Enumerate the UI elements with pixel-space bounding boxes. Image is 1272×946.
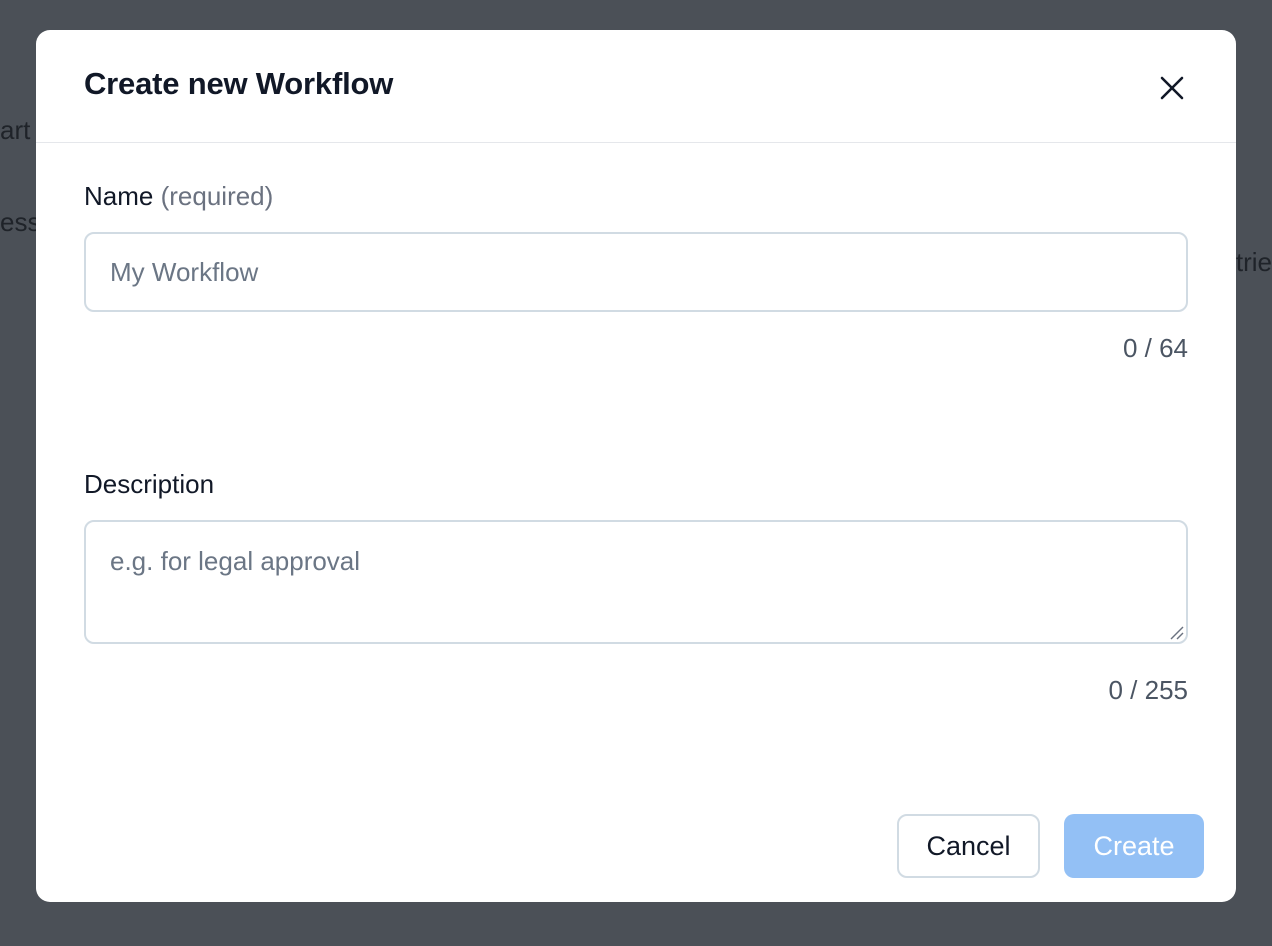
close-button[interactable] bbox=[1150, 66, 1194, 110]
description-field-label: Description bbox=[84, 469, 215, 499]
dialog-title: Create new Workflow bbox=[84, 66, 394, 101]
create-workflow-dialog: Create new Workflow Name (required) 0 / … bbox=[36, 30, 1236, 902]
name-char-counter: 0 / 64 bbox=[1122, 333, 1188, 363]
description-textarea[interactable] bbox=[84, 520, 1188, 644]
name-label-text: Name bbox=[84, 181, 154, 211]
background-text-fragment: trie bbox=[1235, 247, 1272, 277]
close-icon bbox=[1160, 76, 1184, 100]
background-text-fragment: art bbox=[0, 115, 31, 145]
dialog-header: Create new Workflow bbox=[36, 30, 1236, 143]
create-button[interactable]: Create bbox=[1064, 814, 1204, 878]
resize-handle-icon[interactable] bbox=[1168, 624, 1184, 640]
description-char-counter: 0 / 255 bbox=[1108, 675, 1188, 705]
name-input[interactable] bbox=[84, 232, 1188, 312]
background-text-fragment: ess bbox=[0, 207, 41, 237]
cancel-button[interactable]: Cancel bbox=[897, 814, 1040, 878]
name-field-label: Name (required) bbox=[84, 181, 273, 212]
required-hint: (required) bbox=[160, 181, 274, 211]
